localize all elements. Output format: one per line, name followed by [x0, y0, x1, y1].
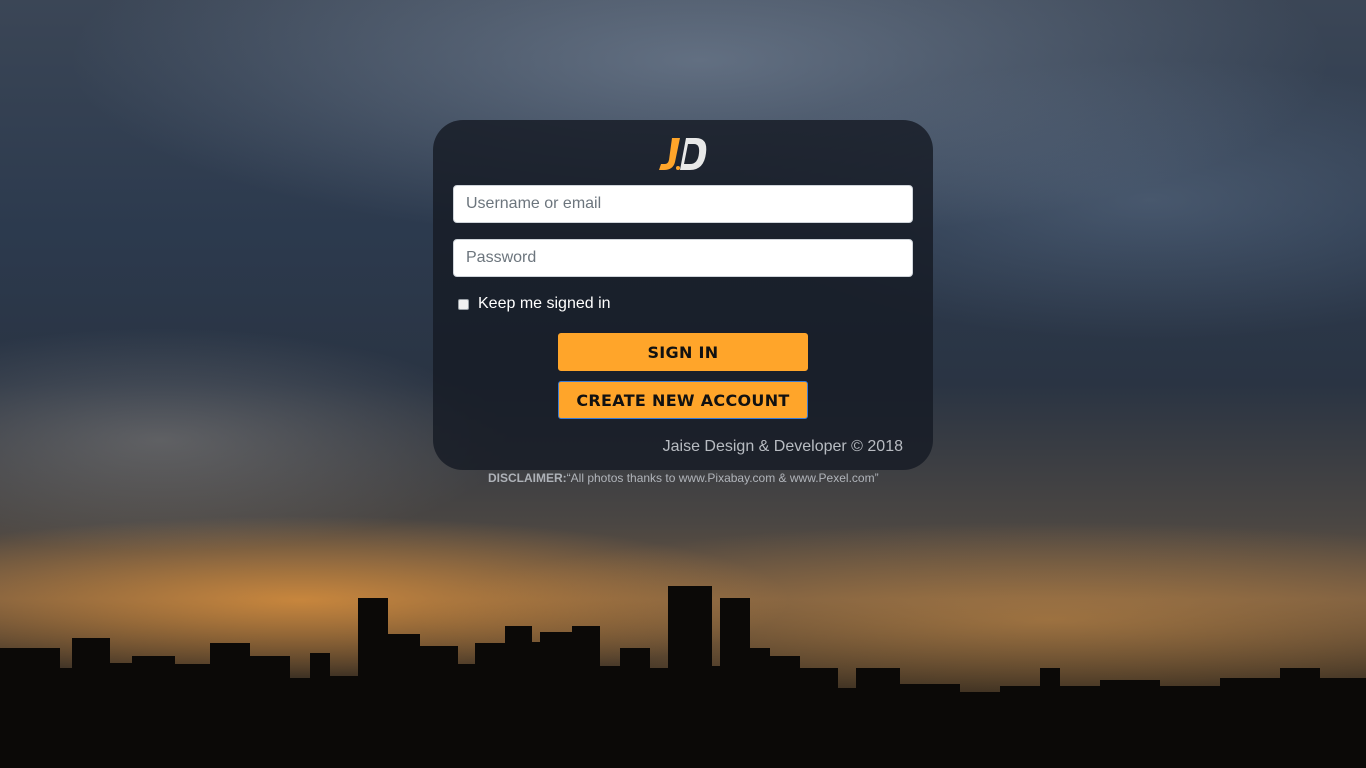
disclaimer-label: DISCLAIMER: [488, 471, 567, 485]
city-skyline [0, 586, 1366, 768]
jd-logo-icon [659, 138, 707, 170]
disclaimer-text: “All photos thanks to www.Pixabay.com & … [566, 471, 879, 485]
password-input[interactable] [453, 239, 913, 277]
keep-signed-in-row[interactable]: Keep me signed in [458, 295, 611, 313]
checkbox-icon[interactable] [458, 298, 469, 310]
disclaimer: DISCLAIMER:“All photos thanks to www.Pix… [488, 471, 879, 485]
sign-in-button[interactable]: SIGN IN [558, 333, 808, 371]
keep-signed-in-label[interactable]: Keep me signed in [478, 295, 611, 313]
username-input[interactable] [453, 185, 913, 223]
copyright-credit: Jaise Design & Developer © 2018 [662, 438, 903, 455]
create-account-button[interactable]: CREATE NEW ACCOUNT [558, 381, 808, 419]
